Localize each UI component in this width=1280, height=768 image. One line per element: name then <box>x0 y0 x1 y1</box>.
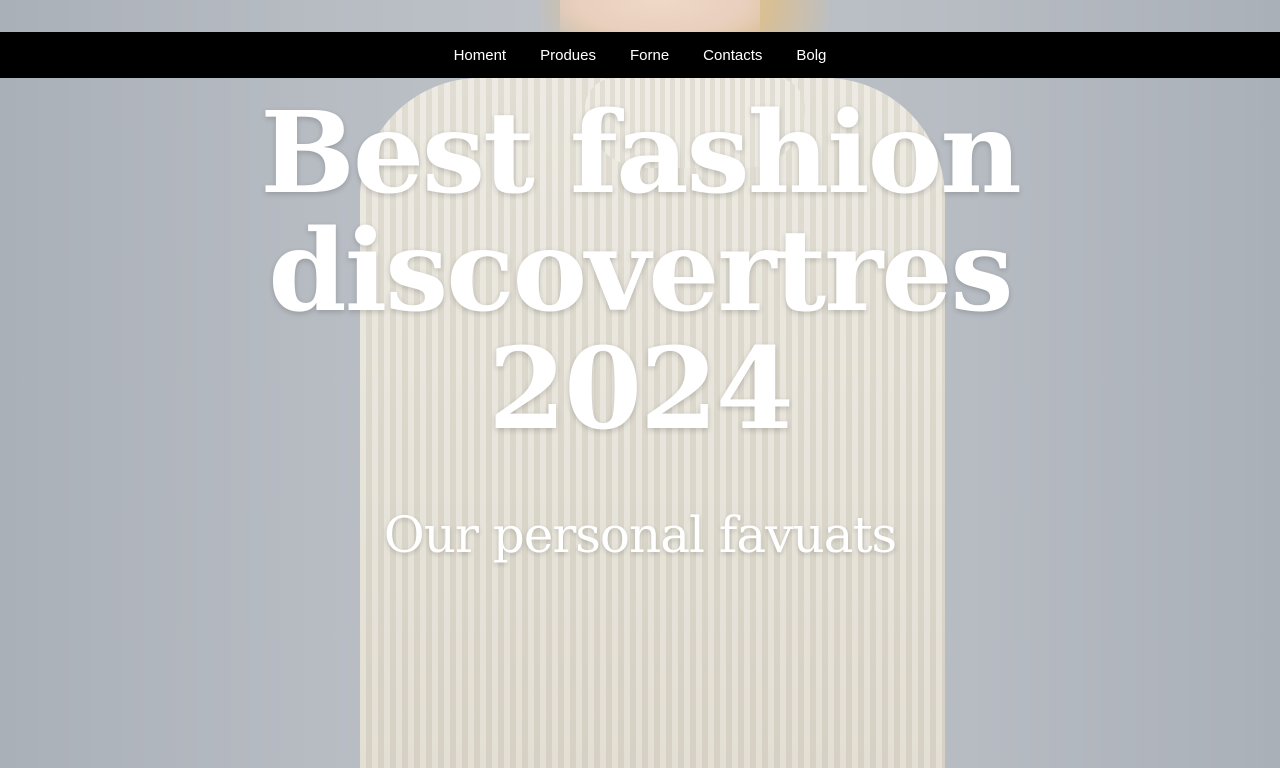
nav-link-forum[interactable]: Forne <box>630 47 669 64</box>
nav-link-blog[interactable]: Bolg <box>796 47 826 64</box>
hero-headline: Best fashion discovertres 2024 <box>0 95 1280 449</box>
hero-headline-line-1: Best fashion <box>260 88 1022 219</box>
hero-headline-line-3: 2024 <box>488 324 794 455</box>
nav-link-products[interactable]: Produes <box>540 47 596 64</box>
top-navigation-bar: Homent Produes Forne Contacts Bolg <box>0 32 1280 78</box>
nav-link-contacts[interactable]: Contacts <box>703 47 762 64</box>
hero-headline-line-2: discovertres <box>268 206 1013 337</box>
nav-link-home[interactable]: Homent <box>454 47 507 64</box>
hero-subtitle: Our personal favuats <box>383 506 897 564</box>
